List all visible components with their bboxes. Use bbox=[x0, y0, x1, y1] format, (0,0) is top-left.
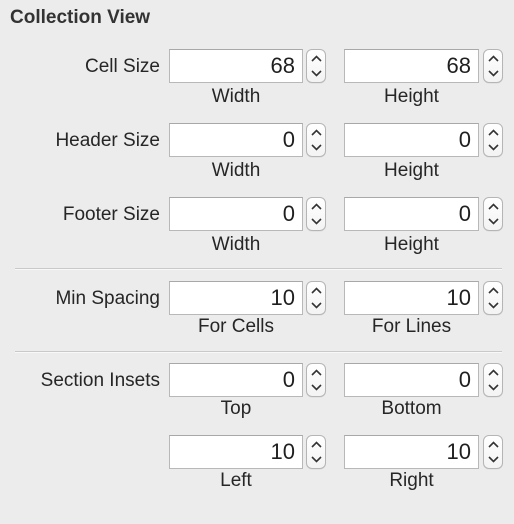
inset-left-field[interactable] bbox=[169, 435, 303, 469]
chevron-up-icon[interactable] bbox=[484, 199, 502, 214]
footer-width-stepper[interactable] bbox=[306, 197, 326, 231]
header-size-label: Header Size bbox=[55, 130, 160, 151]
cell-height-caption: Height bbox=[384, 86, 439, 107]
header-height-stepper[interactable] bbox=[483, 123, 503, 157]
header-width-caption: Width bbox=[211, 160, 261, 181]
footer-height-stepper[interactable] bbox=[483, 197, 503, 231]
cell-height-field[interactable] bbox=[344, 49, 479, 83]
chevron-down-icon[interactable] bbox=[307, 298, 325, 313]
inset-bottom-stepper[interactable] bbox=[483, 363, 503, 397]
chevron-up-icon[interactable] bbox=[307, 283, 325, 298]
chevron-down-icon[interactable] bbox=[484, 380, 502, 395]
chevron-up-icon[interactable] bbox=[484, 437, 502, 452]
chevron-up-icon[interactable] bbox=[484, 283, 502, 298]
footer-width-field[interactable] bbox=[169, 197, 303, 231]
for-cells-caption: For Cells bbox=[197, 316, 274, 337]
chevron-up-icon[interactable] bbox=[307, 199, 325, 214]
section-insets-label: Section Insets bbox=[40, 370, 160, 391]
inset-right-field[interactable] bbox=[344, 435, 479, 469]
chevron-down-icon[interactable] bbox=[484, 66, 502, 81]
inset-right-caption: Right bbox=[389, 470, 434, 491]
inset-left-stepper[interactable] bbox=[306, 435, 326, 469]
inset-right-stepper[interactable] bbox=[483, 435, 503, 469]
inset-bottom-caption: Bottom bbox=[381, 398, 442, 419]
section-title: Collection View bbox=[10, 7, 151, 28]
cell-width-stepper[interactable] bbox=[306, 49, 326, 83]
min-spacing-lines-field[interactable] bbox=[344, 281, 479, 315]
chevron-up-icon[interactable] bbox=[484, 365, 502, 380]
chevron-down-icon[interactable] bbox=[484, 140, 502, 155]
section-divider bbox=[15, 268, 502, 270]
footer-size-label: Footer Size bbox=[62, 204, 160, 225]
chevron-down-icon[interactable] bbox=[307, 380, 325, 395]
chevron-down-icon[interactable] bbox=[307, 214, 325, 229]
header-height-field[interactable] bbox=[344, 123, 479, 157]
footer-width-caption: Width bbox=[211, 234, 261, 255]
chevron-up-icon[interactable] bbox=[484, 125, 502, 140]
footer-height-field[interactable] bbox=[344, 197, 479, 231]
inset-top-field[interactable] bbox=[169, 363, 303, 397]
footer-height-caption: Height bbox=[384, 234, 439, 255]
chevron-down-icon[interactable] bbox=[307, 66, 325, 81]
header-width-stepper[interactable] bbox=[306, 123, 326, 157]
chevron-down-icon[interactable] bbox=[484, 298, 502, 313]
min-spacing-cells-stepper[interactable] bbox=[306, 281, 326, 315]
chevron-down-icon[interactable] bbox=[484, 452, 502, 467]
chevron-down-icon[interactable] bbox=[307, 140, 325, 155]
chevron-down-icon[interactable] bbox=[484, 214, 502, 229]
cell-height-stepper[interactable] bbox=[483, 49, 503, 83]
chevron-up-icon[interactable] bbox=[307, 51, 325, 66]
cell-width-field[interactable] bbox=[169, 49, 303, 83]
min-spacing-label: Min Spacing bbox=[55, 288, 160, 309]
inset-top-caption: Top bbox=[220, 398, 252, 419]
cell-size-label: Cell Size bbox=[85, 56, 160, 77]
inset-top-stepper[interactable] bbox=[306, 363, 326, 397]
min-spacing-lines-stepper[interactable] bbox=[483, 281, 503, 315]
chevron-down-icon[interactable] bbox=[307, 452, 325, 467]
for-lines-caption: For Lines bbox=[371, 316, 452, 337]
chevron-up-icon[interactable] bbox=[307, 365, 325, 380]
min-spacing-cells-field[interactable] bbox=[169, 281, 303, 315]
chevron-up-icon[interactable] bbox=[307, 125, 325, 140]
inset-left-caption: Left bbox=[220, 470, 252, 491]
header-width-field[interactable] bbox=[169, 123, 303, 157]
inset-bottom-field[interactable] bbox=[344, 363, 479, 397]
section-divider bbox=[15, 351, 502, 353]
chevron-up-icon[interactable] bbox=[307, 437, 325, 452]
header-height-caption: Height bbox=[384, 160, 439, 181]
chevron-up-icon[interactable] bbox=[484, 51, 502, 66]
cell-width-caption: Width bbox=[211, 86, 261, 107]
